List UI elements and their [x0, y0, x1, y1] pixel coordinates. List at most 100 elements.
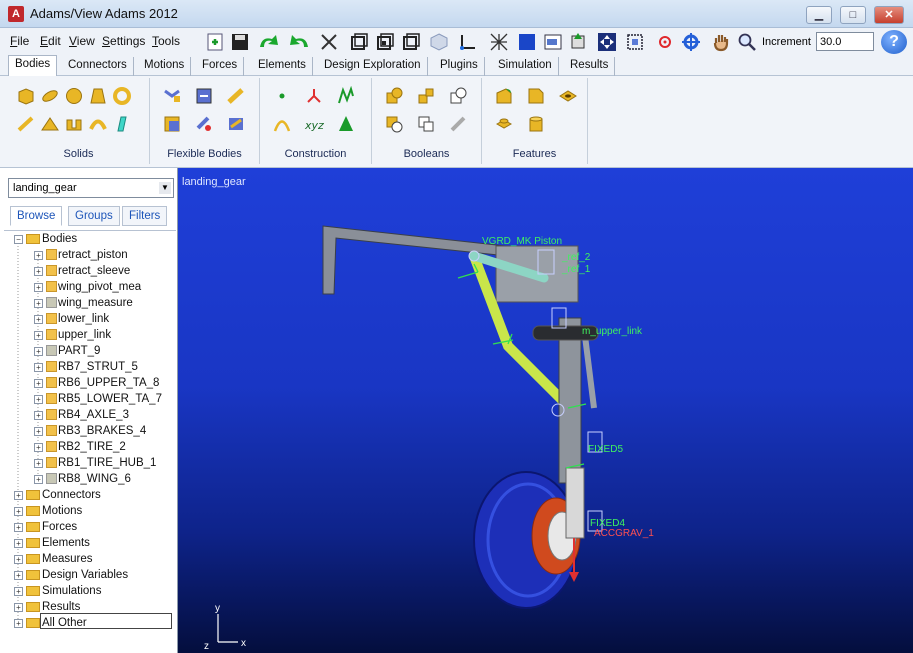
- bool-cut-icon[interactable]: [384, 114, 404, 134]
- tab-results[interactable]: Results: [564, 57, 616, 76]
- select-tool-icon[interactable]: [318, 31, 340, 53]
- tree-folder-simulations[interactable]: Simulations: [26, 585, 101, 597]
- triad-icon[interactable]: [456, 31, 478, 53]
- mesh-icon[interactable]: [488, 31, 510, 53]
- expand-node-icon[interactable]: +: [34, 315, 43, 324]
- tab-bodies[interactable]: Bodies: [8, 55, 58, 77]
- tree-item-body[interactable]: RB2_TIRE_2: [46, 441, 126, 453]
- flex-viewfex-icon[interactable]: [226, 114, 246, 134]
- bool-merge-icon[interactable]: [416, 86, 436, 106]
- tree-folder-forces[interactable]: Forces: [26, 521, 77, 533]
- rotate-icon[interactable]: [680, 31, 702, 53]
- marker-icon[interactable]: [304, 86, 324, 106]
- bool-union-icon[interactable]: [384, 86, 404, 106]
- tree-item-body[interactable]: RB6_UPPER_TA_8: [46, 377, 159, 389]
- view-front-icon[interactable]: [348, 31, 370, 53]
- zoom-box-icon[interactable]: [624, 31, 646, 53]
- view-top-icon[interactable]: [374, 31, 396, 53]
- minimize-button[interactable]: ▁: [806, 6, 832, 24]
- flex-discrete-icon[interactable]: [162, 86, 182, 106]
- expand-node-icon[interactable]: +: [34, 331, 43, 340]
- collapse-bodies-icon[interactable]: −: [14, 235, 23, 244]
- plane-icon[interactable]: [112, 114, 132, 134]
- view-iso-icon[interactable]: [428, 31, 450, 53]
- arc-icon[interactable]: [272, 114, 292, 134]
- hole-icon[interactable]: [558, 86, 578, 106]
- cg-point-icon[interactable]: [336, 114, 356, 134]
- expand-node-icon[interactable]: +: [34, 379, 43, 388]
- render-solid-icon[interactable]: [516, 31, 538, 53]
- tree-item-body[interactable]: RB4_AXLE_3: [46, 409, 129, 421]
- tree-item-body[interactable]: RB5_LOWER_TA_7: [46, 393, 162, 405]
- sphere-icon[interactable]: [64, 86, 84, 106]
- tree-item-body[interactable]: wing_measure: [46, 297, 133, 309]
- redo-icon[interactable]: [256, 31, 284, 53]
- tree-folder-connectors[interactable]: Connectors: [26, 489, 101, 501]
- expand-node-icon[interactable]: +: [14, 619, 23, 628]
- help-icon[interactable]: ?: [881, 30, 907, 54]
- expand-node-icon[interactable]: +: [34, 267, 43, 276]
- box-icon[interactable]: [16, 86, 36, 106]
- point-icon[interactable]: [272, 86, 292, 106]
- render-shaded-icon[interactable]: [542, 31, 564, 53]
- tab-browse[interactable]: Browse: [10, 206, 63, 226]
- tree-item-body[interactable]: RB3_BRAKES_4: [46, 425, 146, 437]
- tree-item-body[interactable]: wing_pivot_mea: [46, 281, 141, 293]
- flex-swap-icon[interactable]: [194, 114, 214, 134]
- expand-node-icon[interactable]: +: [34, 347, 43, 356]
- pan-hand-icon[interactable]: [710, 31, 732, 53]
- tree-folder-measures[interactable]: Measures: [26, 553, 93, 565]
- tab-filters[interactable]: Filters: [122, 206, 168, 226]
- tab-motions[interactable]: Motions: [138, 57, 192, 76]
- menu-view[interactable]: View: [69, 34, 95, 48]
- maximize-button[interactable]: □: [840, 6, 866, 24]
- torus-icon[interactable]: [112, 86, 132, 106]
- flex-rigid-to-flex-icon[interactable]: [162, 114, 182, 134]
- expand-node-icon[interactable]: +: [14, 555, 23, 564]
- expand-node-icon[interactable]: +: [34, 443, 43, 452]
- boss-icon[interactable]: [494, 114, 514, 134]
- revolution-icon[interactable]: [88, 114, 108, 134]
- expand-node-icon[interactable]: +: [14, 523, 23, 532]
- chamfer-icon[interactable]: [526, 86, 546, 106]
- center-icon[interactable]: [654, 31, 676, 53]
- tree-item-body[interactable]: retract_sleeve: [46, 265, 130, 277]
- extrusion-icon[interactable]: [64, 114, 84, 134]
- flex-mnf-icon[interactable]: [226, 86, 246, 106]
- tab-connectors[interactable]: Connectors: [62, 57, 134, 76]
- tree-folder-results[interactable]: Results: [26, 601, 80, 613]
- close-button[interactable]: ✕: [874, 6, 904, 24]
- fillet-icon[interactable]: [494, 86, 514, 106]
- chevron-down-icon[interactable]: ▼: [159, 182, 171, 194]
- icons-toggle-icon[interactable]: [568, 31, 590, 53]
- menu-edit[interactable]: Edit: [40, 34, 61, 48]
- hollow-icon[interactable]: [526, 114, 546, 134]
- expand-node-icon[interactable]: +: [34, 411, 43, 420]
- save-icon[interactable]: [229, 31, 251, 53]
- flex-import-icon[interactable]: [194, 86, 214, 106]
- bool-intersect-icon[interactable]: [448, 86, 468, 106]
- bool-split-icon[interactable]: [416, 114, 436, 134]
- expand-node-icon[interactable]: +: [14, 491, 23, 500]
- model-select[interactable]: landing_gear ▼: [8, 178, 174, 198]
- menu-file[interactable]: File: [10, 34, 29, 48]
- expand-node-icon[interactable]: +: [34, 363, 43, 372]
- tree-item-body[interactable]: retract_piston: [46, 249, 128, 261]
- tree-folder-bodies[interactable]: Bodies: [26, 233, 77, 245]
- landing-gear-model[interactable]: VGRD_MK Piston _ref_2 _ref_1 m_upper_lin…: [178, 168, 913, 653]
- view-right-icon[interactable]: [400, 31, 422, 53]
- menu-settings[interactable]: Settings: [102, 34, 145, 48]
- polyline-icon[interactable]: [336, 86, 356, 106]
- expand-node-icon[interactable]: +: [34, 395, 43, 404]
- menu-tools[interactable]: Tools: [152, 34, 180, 48]
- tree-item-body[interactable]: RB8_WING_6: [46, 473, 131, 485]
- expand-node-icon[interactable]: +: [14, 539, 23, 548]
- cylinder-icon[interactable]: [40, 86, 60, 106]
- graphics-viewport[interactable]: VGRD_MK Piston _ref_2 _ref_1 m_upper_lin…: [178, 168, 913, 653]
- tab-elements[interactable]: Elements: [252, 57, 313, 76]
- tree-item-body[interactable]: lower_link: [46, 313, 109, 325]
- expand-node-icon[interactable]: +: [34, 459, 43, 468]
- tree-folder-elements[interactable]: Elements: [26, 537, 90, 549]
- tree-item-body[interactable]: upper_link: [46, 329, 111, 341]
- undo-icon[interactable]: [284, 31, 312, 53]
